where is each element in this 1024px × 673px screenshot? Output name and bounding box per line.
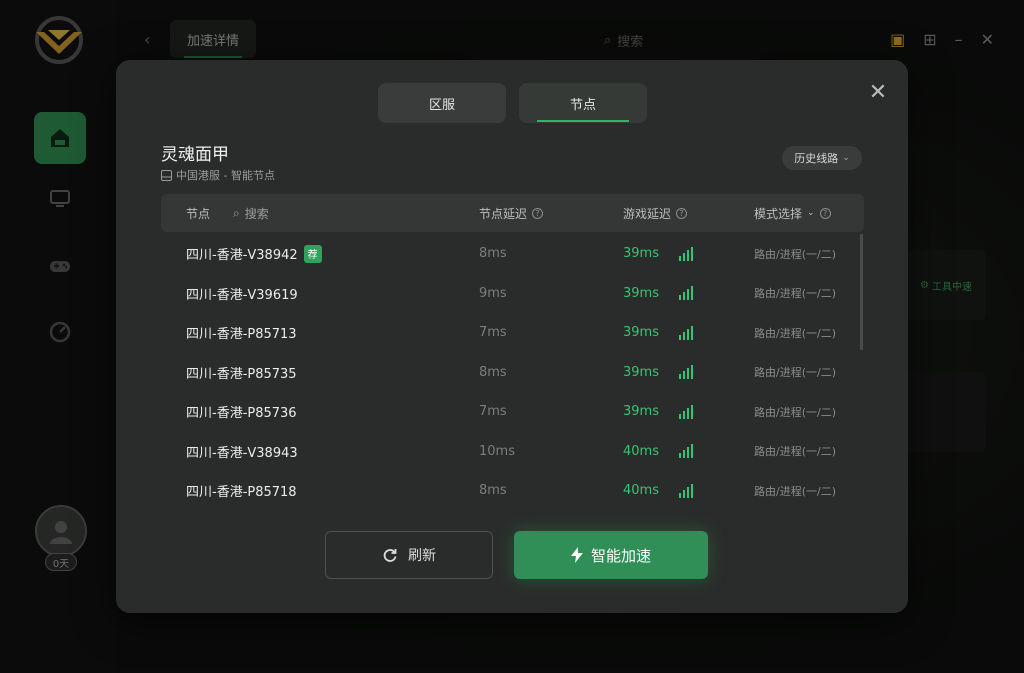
mode-value: 路由/进程(一/二) [754, 287, 836, 301]
node-name-cell: 四川-香港-P85713 [186, 313, 297, 353]
node-name-cell: 四川-香港-P85736 [186, 392, 297, 432]
mode-value: 路由/进程(一/二) [754, 445, 836, 459]
mode-value: 路由/进程(一/二) [754, 484, 836, 498]
signal-strength-icon [679, 234, 693, 274]
node-latency: 8ms [479, 246, 507, 262]
node-latency: 8ms [479, 364, 507, 380]
node-name: 四川-香港-V38942 [186, 248, 298, 264]
node-latency: 8ms [479, 483, 507, 499]
col-node: 节点 [186, 206, 211, 221]
chevron-down-icon: ⌄ [807, 208, 815, 218]
game-latency: 40ms [623, 483, 659, 499]
recommended-badge: 荐 [303, 244, 322, 263]
help-icon[interactable]: ? [819, 207, 831, 219]
node-latency: 9ms [479, 285, 507, 301]
refresh-button[interactable]: 刷新 [325, 531, 493, 579]
refresh-icon [383, 549, 397, 562]
help-icon[interactable]: ? [676, 207, 688, 219]
table-row[interactable]: 四川-香港-P85718 8ms 40ms 路由/进程(一/二) [161, 471, 864, 511]
node-name-cell: 四川-香港-V38942 荐 [186, 234, 322, 274]
refresh-label: 刷新 [408, 548, 436, 564]
history-label: 历史线路 [794, 152, 839, 165]
search-icon: ⌕ [233, 205, 240, 220]
close-icon[interactable]: ✕ [866, 80, 890, 105]
node-name-cell: 四川-香港-P85718 [186, 471, 297, 511]
game-server-info: 中国港服 - 智能节点 [161, 167, 275, 183]
history-routes-dropdown[interactable]: 历史线路 ⌄ [782, 146, 862, 170]
server-icon [161, 169, 172, 181]
lightning-icon [570, 547, 583, 563]
game-latency: 39ms [623, 285, 659, 301]
node-name: 四川-香港-P85736 [186, 406, 297, 422]
col-node-latency-label: 节点延迟 [479, 206, 528, 221]
mode-value: 路由/进程(一/二) [754, 247, 836, 261]
node-name-cell: 四川-香港-V39619 [186, 274, 298, 314]
chevron-down-icon: ⌄ [842, 153, 850, 163]
node-name: 四川-香港-P85713 [186, 327, 297, 343]
node-search-input[interactable]: ⌕ 搜索 [233, 194, 269, 232]
node-name: 四川-香港-V39619 [186, 287, 298, 303]
game-title: 灵魂面甲 [161, 145, 229, 165]
mode-value: 路由/进程(一/二) [754, 405, 836, 419]
node-latency: 7ms [479, 325, 507, 341]
col-mode-label: 模式选择 [754, 206, 803, 221]
app-window: 0天 ‹ 加速详情 ⌕ 搜索 ▣ ⊞ – ✕ ⚙ 工具中速 ✕ 区服 节点 灵魂… [0, 0, 1024, 673]
game-latency: 39ms [623, 404, 659, 420]
game-latency: 39ms [623, 325, 659, 341]
tab-region[interactable]: 区服 [378, 83, 506, 123]
signal-strength-icon [679, 471, 693, 511]
game-latency: 40ms [623, 443, 659, 459]
signal-strength-icon [679, 432, 693, 472]
table-row[interactable]: 四川-香港-P85713 7ms 39ms 路由/进程(一/二) [161, 313, 864, 353]
node-name-cell: 四川-香港-V38943 [186, 432, 298, 472]
table-row[interactable]: 四川-香港-V39619 9ms 39ms 路由/进程(一/二) [161, 274, 864, 314]
table-row[interactable]: 四川-香港-V38942 荐 8ms 39ms 路由/进程(一/二) [161, 234, 864, 274]
signal-strength-icon [679, 353, 693, 393]
col-game-latency-label: 游戏延迟 [623, 206, 672, 221]
node-name-cell: 四川-香港-P85735 [186, 353, 297, 393]
signal-strength-icon [679, 274, 693, 314]
signal-strength-icon [679, 392, 693, 432]
node-search-placeholder: 搜索 [244, 206, 269, 221]
signal-strength-icon [679, 313, 693, 353]
node-table-header: 节点 ⌕ 搜索 节点延迟 ? 游戏延迟 ? 模式选择 ⌄ ? [161, 194, 864, 232]
node-name: 四川-香港-P85718 [186, 485, 297, 501]
mode-value: 路由/进程(一/二) [754, 366, 836, 380]
table-scrollbar[interactable] [860, 234, 863, 350]
col-node-latency: 节点延迟 ? [479, 194, 544, 232]
node-name: 四川-香港-V38943 [186, 445, 298, 461]
game-sub-label: 中国港服 - 智能节点 [176, 169, 275, 182]
smart-accelerate-label: 智能加速 [590, 546, 651, 565]
node-selection-modal: ✕ 区服 节点 灵魂面甲 中国港服 - 智能节点 历史线路 ⌄ 节点 ⌕ 搜索 … [116, 60, 908, 613]
node-table-body: 四川-香港-V38942 荐 8ms 39ms 路由/进程(一/二) 四川-香港… [161, 234, 864, 514]
tab-node[interactable]: 节点 [519, 83, 647, 123]
game-latency: 39ms [623, 364, 659, 380]
help-icon[interactable]: ? [532, 207, 544, 219]
smart-accelerate-button[interactable]: 智能加速 [514, 531, 708, 579]
node-name: 四川-香港-P85735 [186, 366, 297, 382]
table-row[interactable]: 四川-香港-P85736 7ms 39ms 路由/进程(一/二) [161, 392, 864, 432]
node-latency: 7ms [479, 404, 507, 420]
col-mode-select[interactable]: 模式选择 ⌄ ? [754, 194, 831, 232]
col-game-latency: 游戏延迟 ? [623, 194, 688, 232]
node-latency: 10ms [479, 443, 515, 459]
table-row[interactable]: 四川-香港-V38943 10ms 40ms 路由/进程(一/二) [161, 432, 864, 472]
table-row[interactable]: 四川-香港-P85735 8ms 39ms 路由/进程(一/二) [161, 353, 864, 393]
game-latency: 39ms [623, 246, 659, 262]
mode-value: 路由/进程(一/二) [754, 326, 836, 340]
